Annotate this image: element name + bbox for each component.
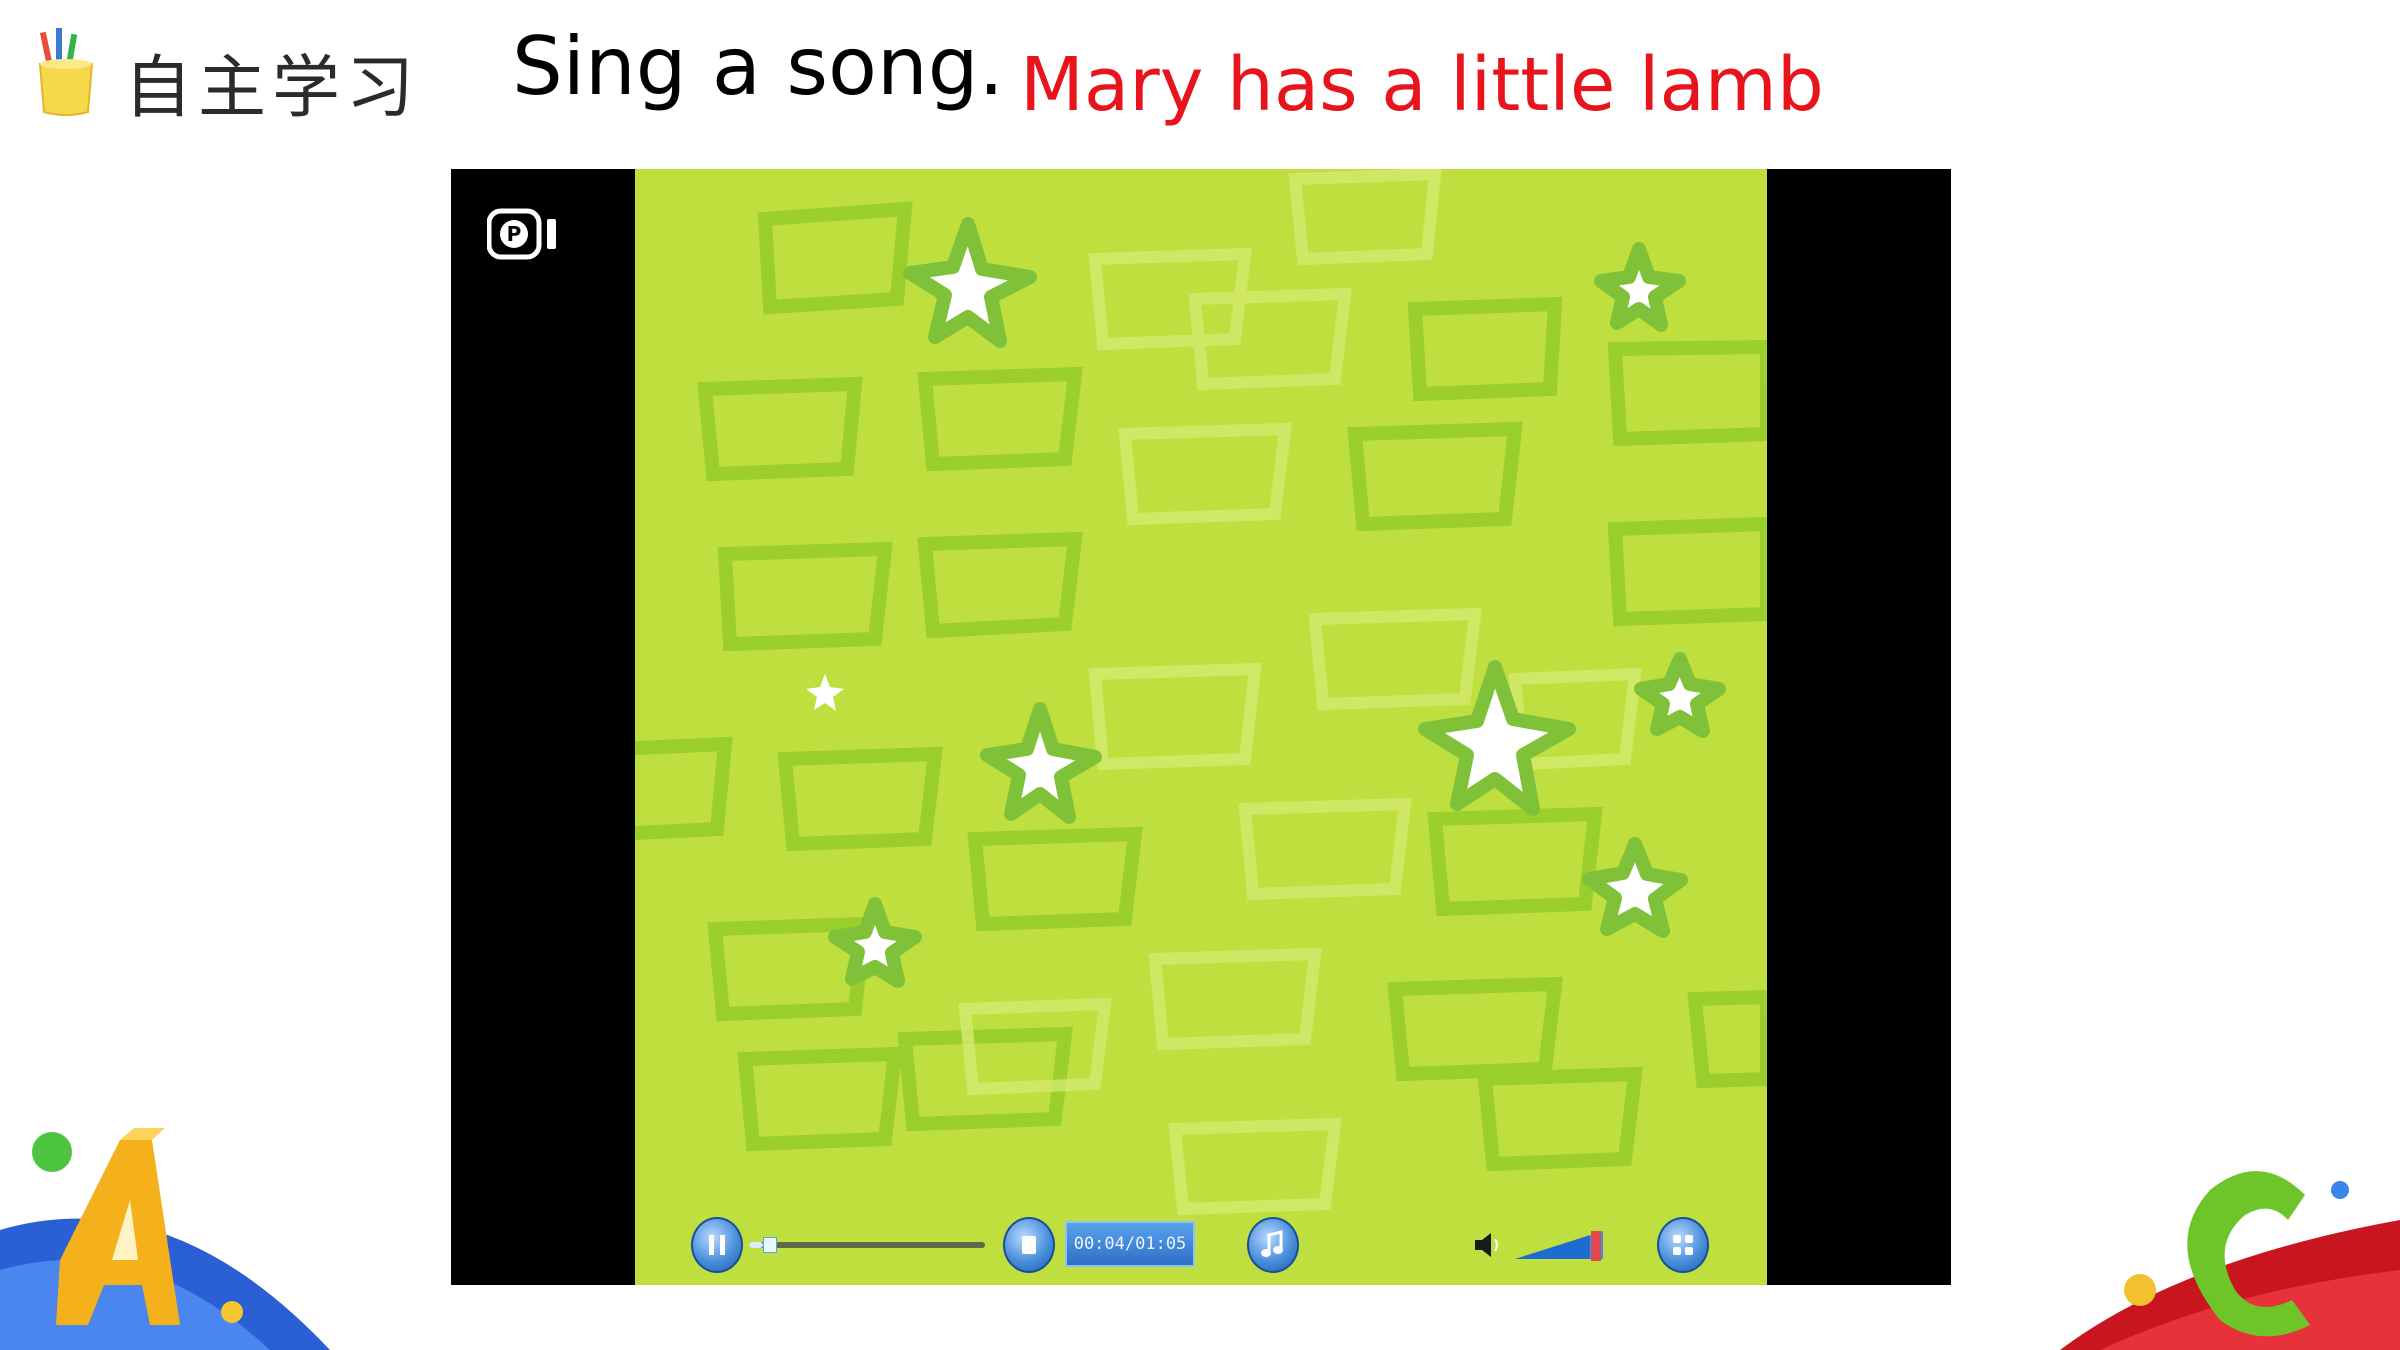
music-note-icon	[1261, 1230, 1283, 1257]
music-button[interactable]	[1247, 1217, 1299, 1273]
instruction-text: Sing a song.	[512, 20, 1004, 113]
progress-fill	[749, 1242, 764, 1248]
time-readout: 00:04/01:05	[1065, 1221, 1195, 1267]
fullscreen-button[interactable]	[1657, 1217, 1709, 1273]
volume-slider[interactable]	[1513, 1227, 1609, 1263]
player-controls: 00:04/01:05	[635, 1209, 1767, 1279]
section-label: 自主学习	[124, 49, 421, 128]
stop-button[interactable]	[1003, 1217, 1055, 1273]
progress-handle[interactable]	[763, 1237, 778, 1253]
fullscreen-icon	[1673, 1235, 1693, 1255]
video-background-pattern	[635, 169, 1767, 1216]
letter-a-decoration	[0, 1128, 330, 1350]
song-title: Mary has a little lamb	[1020, 42, 1824, 128]
progress-track[interactable]	[749, 1242, 985, 1248]
pause-icon	[709, 1235, 725, 1255]
pencil-cup-icon	[38, 28, 94, 116]
letter-c-decoration	[2060, 1171, 2400, 1350]
video-logo-icon: P	[487, 208, 556, 260]
stop-icon	[1022, 1236, 1036, 1254]
pause-button[interactable]	[691, 1217, 743, 1273]
video-frame[interactable]: 00:04/01:05	[635, 169, 1767, 1285]
video-player[interactable]: P 00:04/01:05	[451, 169, 1951, 1285]
svg-text:P: P	[507, 222, 522, 246]
speaker-icon[interactable]	[1473, 1229, 1503, 1261]
